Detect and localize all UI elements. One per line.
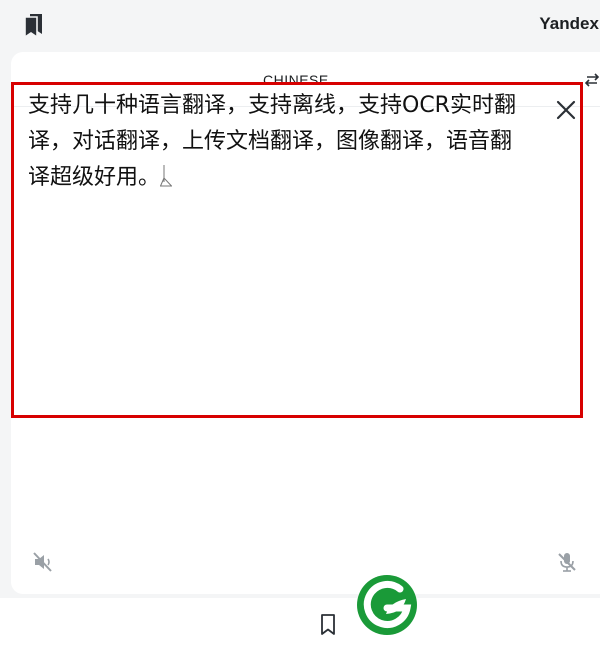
swap-languages-icon[interactable] [584, 72, 600, 88]
bookmark-outline-icon[interactable] [318, 613, 338, 637]
speaker-muted-icon[interactable] [31, 550, 55, 574]
translator-card: CHINESE 支持几十种语言翻译，支持离线，支持OCR实时翻译，对话翻译，上传… [11, 52, 600, 594]
top-bar: Yandex T [0, 0, 600, 50]
source-text-input[interactable]: 支持几十种语言翻译，支持离线，支持OCR实时翻译，对话翻译，上传文档翻译，图像翻… [28, 88, 528, 196]
bottom-nav [0, 598, 600, 645]
app-title: Yandex T [539, 14, 600, 33]
text-cursor-handle[interactable] [160, 164, 173, 188]
bookmark-filled-icon[interactable] [22, 12, 44, 38]
close-icon[interactable] [552, 96, 580, 124]
microphone-off-icon[interactable] [555, 550, 579, 574]
green-g-logo-icon [357, 575, 417, 635]
source-text-content: 支持几十种语言翻译，支持离线，支持OCR实时翻译，对话翻译，上传文档翻译，图像翻… [28, 93, 516, 190]
